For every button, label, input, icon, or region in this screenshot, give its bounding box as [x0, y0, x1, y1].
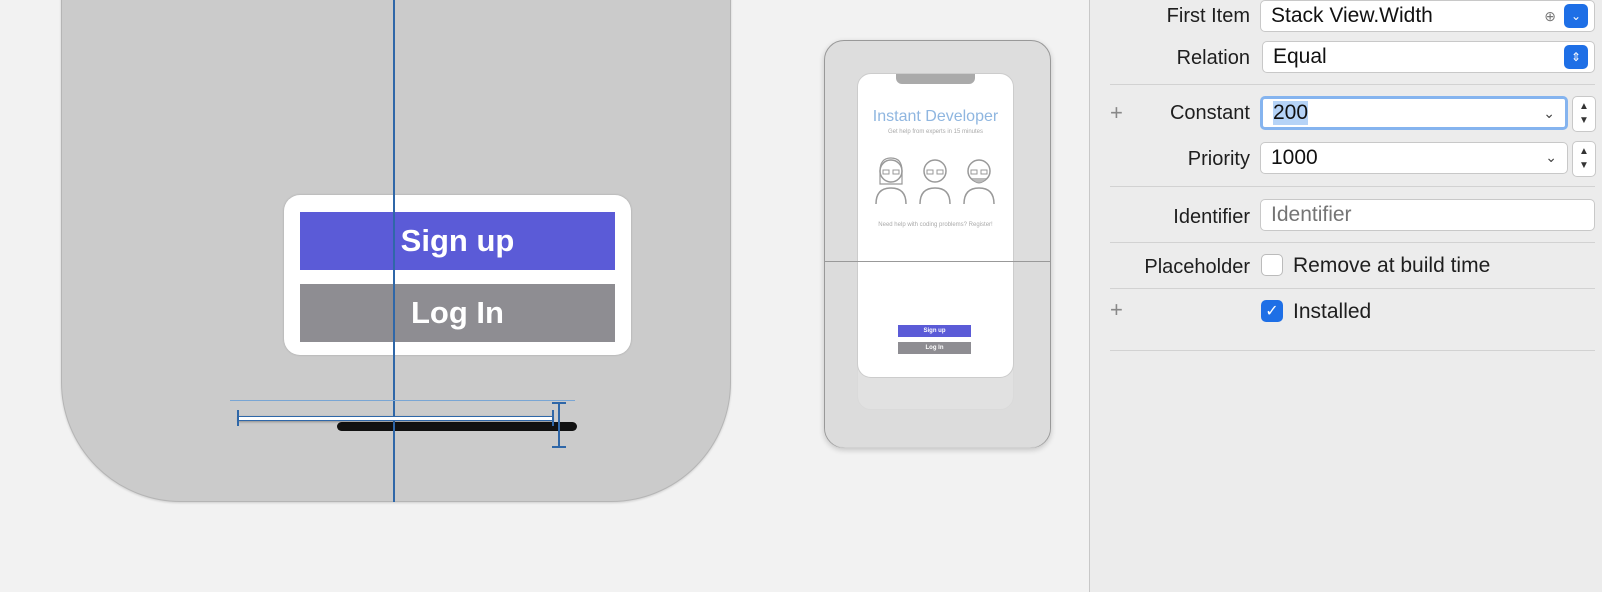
horizontal-guide-line [230, 400, 575, 401]
preview-caption: Need help with coding problems? Register… [878, 222, 993, 228]
width-right-tick [552, 410, 554, 426]
step-up-icon[interactable]: ▲ [1579, 100, 1589, 114]
plus-icon[interactable]: + [1110, 297, 1123, 323]
preview-signup-button: Sign up [898, 325, 971, 337]
installed-label[interactable]: Installed [1293, 300, 1371, 324]
vertical-spacing-indicator[interactable] [552, 402, 566, 448]
separator [1110, 288, 1595, 289]
constant-combobox[interactable]: 200 ⌄ [1260, 96, 1568, 130]
remove-build-label[interactable]: Remove at build time [1293, 254, 1490, 278]
priority-stepper[interactable]: ▲ ▼ [1572, 141, 1596, 177]
installed-checkbox[interactable]: ✓ [1261, 300, 1283, 322]
preview-title: Instant Developer [872, 108, 999, 125]
checkmark-icon: ✓ [1265, 303, 1279, 320]
preview-dimmed-overlay: Sign up Log In [825, 261, 1050, 448]
separator [1110, 350, 1595, 351]
preview-notch [896, 74, 975, 84]
relation-label: Relation [1176, 47, 1250, 69]
person-bearded-icon [963, 159, 995, 204]
arrow-circle-icon[interactable]: ⊕ [1544, 8, 1556, 25]
constant-stepper[interactable]: ▲ ▼ [1572, 96, 1596, 132]
step-down-icon[interactable]: ▼ [1579, 114, 1589, 128]
person-bald-icon [919, 159, 951, 204]
signup-button[interactable]: Sign up [300, 212, 615, 270]
preview-lower-screen: Sign up Log In [857, 262, 1014, 378]
spacing-bottom-cap [552, 446, 566, 448]
preview-subtitle: Get help from experts in 15 minutes [887, 129, 984, 135]
first-item-popup[interactable]: Stack View.Width ⊕ ⌄ [1260, 0, 1595, 32]
login-button[interactable]: Log In [300, 284, 615, 342]
updown-chevron-icon[interactable]: ⇕ [1564, 45, 1588, 69]
center-x-constraint-guide[interactable] [393, 0, 395, 502]
relation-popup[interactable]: Equal ⇕ [1262, 41, 1595, 73]
stack-view[interactable]: Sign up Log In [284, 195, 631, 355]
placeholder-label: Placeholder [1144, 256, 1250, 278]
priority-combobox[interactable]: 1000 ⌄ [1260, 142, 1568, 174]
constant-label: Constant [1169, 102, 1250, 124]
priority-value[interactable]: 1000 [1271, 146, 1318, 170]
remove-build-checkbox[interactable] [1261, 254, 1283, 276]
first-item-label: First Item [1166, 5, 1250, 27]
constant-value[interactable]: 200 [1273, 101, 1309, 125]
width-left-tick [237, 410, 239, 426]
person-woman-icon [875, 157, 907, 204]
separator [1110, 186, 1595, 187]
identifier-label: Identifier [1173, 206, 1250, 228]
chevron-down-icon[interactable]: ⌄ [1545, 149, 1557, 166]
width-constraint-indicator[interactable] [237, 410, 554, 426]
device-frame: Sign up Log In [61, 0, 731, 502]
identifier-input[interactable] [1260, 199, 1595, 231]
first-item-value: Stack View.Width [1271, 4, 1433, 27]
priority-label: Priority [1187, 148, 1250, 170]
relation-value: Equal [1273, 45, 1327, 68]
preview-login-button: Log In [898, 342, 971, 354]
constraint-inspector: First Item Stack View.Width ⊕ ⌄ Relation… [1089, 0, 1602, 592]
chevron-down-icon[interactable]: ⌄ [1543, 105, 1555, 122]
step-down-icon[interactable]: ▼ [1579, 159, 1589, 173]
home-indicator [337, 422, 577, 431]
step-up-icon[interactable]: ▲ [1579, 145, 1589, 159]
separator [1110, 242, 1595, 243]
separator [1110, 84, 1595, 85]
spacing-top-cap [552, 402, 566, 404]
preview-device[interactable]: Instant Developer Get help from experts … [824, 40, 1051, 448]
chevron-down-icon[interactable]: ⌄ [1564, 4, 1588, 28]
canvas[interactable]: Sign up Log In Instant Developer Get hel… [0, 0, 1089, 592]
